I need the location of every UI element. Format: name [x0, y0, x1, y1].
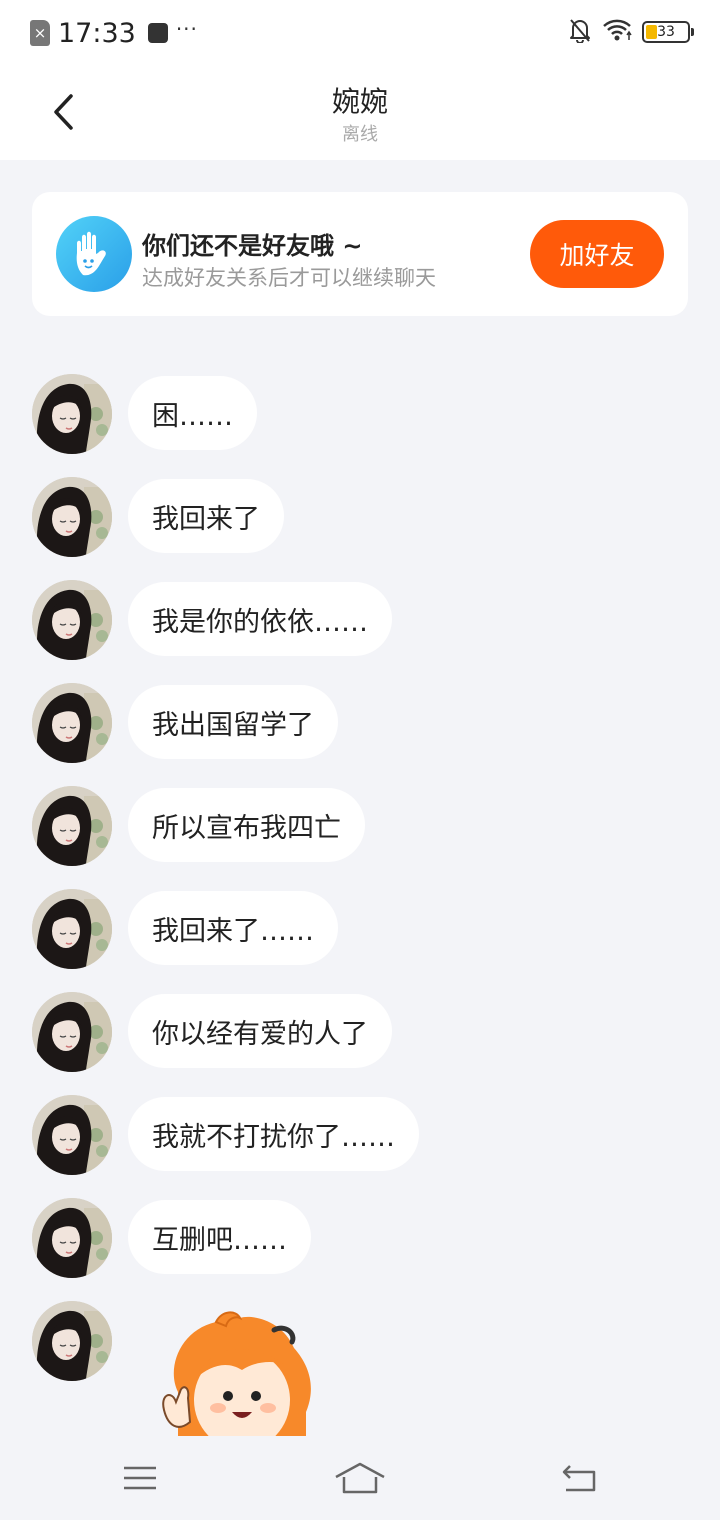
- message-bubble[interactable]: 我就不打扰你了……: [128, 1097, 419, 1171]
- status-left: 17:33 ···: [30, 16, 198, 50]
- message-bubble[interactable]: 我回来了……: [128, 891, 338, 965]
- message-bubble[interactable]: 我出国留学了: [128, 685, 338, 759]
- back-nav-button[interactable]: [550, 1456, 610, 1500]
- hand-icon: [56, 216, 132, 292]
- back-arrow-icon: [562, 1465, 596, 1492]
- message-row: 我是你的依依……: [0, 580, 720, 660]
- wifi-icon: [602, 18, 632, 46]
- add-friend-button[interactable]: 加好友: [530, 220, 664, 288]
- message-bubble[interactable]: 我回来了: [128, 479, 284, 553]
- card-title: 你们还不是好友哦 ~: [142, 232, 363, 260]
- menu-button[interactable]: [110, 1456, 170, 1500]
- avatar[interactable]: [32, 889, 112, 969]
- message-row: 我就不打扰你了……: [0, 1095, 720, 1175]
- battery-icon: 33: [642, 21, 694, 43]
- avatar[interactable]: [32, 1198, 112, 1278]
- message-row: 我回来了: [0, 477, 720, 557]
- message-bubble[interactable]: 互删吧……: [128, 1200, 311, 1274]
- waving-cartoon-sticker[interactable]: [156, 1308, 320, 1436]
- card-subtitle: 达成好友关系后才可以继续聊天: [142, 266, 436, 290]
- avatar[interactable]: [32, 1095, 112, 1175]
- contact-status: 离线: [342, 124, 378, 145]
- message-bubble[interactable]: 困……: [128, 376, 257, 450]
- chat-header: 婉婉 离线: [0, 64, 720, 160]
- avatar[interactable]: [32, 580, 112, 660]
- avatar[interactable]: [32, 992, 112, 1072]
- message-bubble[interactable]: 我是你的依依……: [128, 582, 392, 656]
- message-bubble[interactable]: 你以经有爱的人了: [128, 994, 392, 1068]
- menu-icon: [124, 1466, 156, 1490]
- system-nav-bar: [0, 1436, 720, 1520]
- more-notifications-icon: ···: [175, 17, 198, 41]
- battery-text: 33: [657, 24, 675, 40]
- message-row: 你以经有爱的人了: [0, 992, 720, 1072]
- avatar[interactable]: [32, 786, 112, 866]
- message-bubble[interactable]: 所以宣布我四亡: [128, 788, 365, 862]
- status-time: 17:33: [58, 17, 136, 49]
- add-friend-card: 你们还不是好友哦 ~ 达成好友关系后才可以继续聊天 加好友: [32, 192, 688, 316]
- avatar[interactable]: [32, 683, 112, 763]
- status-right: 33: [568, 17, 694, 47]
- message-row: 困……: [0, 374, 720, 454]
- status-bar: 17:33 ··· 33: [0, 0, 720, 64]
- message-row: 互删吧……: [0, 1198, 720, 1278]
- avatar[interactable]: [32, 374, 112, 454]
- avatar[interactable]: [32, 477, 112, 557]
- bell-off-icon: [568, 17, 592, 47]
- home-icon: [335, 1462, 385, 1494]
- message-row: 我出国留学了: [0, 683, 720, 763]
- message-row: 所以宣布我四亡: [0, 786, 720, 866]
- media-notification-icon: [147, 23, 168, 43]
- contact-name: 婉婉: [331, 85, 388, 118]
- avatar[interactable]: [32, 1301, 112, 1381]
- sim-card-icon: [30, 20, 50, 46]
- message-row: [0, 1301, 720, 1381]
- home-button[interactable]: [330, 1456, 390, 1500]
- message-row: 我回来了……: [0, 889, 720, 969]
